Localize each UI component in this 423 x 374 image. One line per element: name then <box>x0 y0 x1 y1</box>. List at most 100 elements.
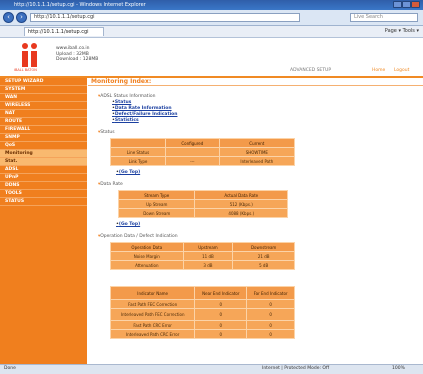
table-row: Link Type --- Interleaved Path <box>110 156 296 166</box>
advanced-setup-label: ADVANCED SETUP <box>290 68 332 73</box>
toolbar-menu[interactable]: Page ▾ Tools ▾ <box>385 28 419 34</box>
table-cell: --- <box>165 156 220 166</box>
sidebar-item-firewall[interactable]: FIREWALL <box>0 126 87 134</box>
table-cell: 11 dB <box>182 251 234 261</box>
table-header-cell: Operation Data <box>110 242 184 252</box>
table-cell: 0 <box>246 320 295 330</box>
link-statistics[interactable]: Statistics <box>112 118 139 123</box>
table-header-cell: Actual Data Rate <box>194 190 288 200</box>
brand-logo <box>22 43 42 67</box>
table-row: Interleaved Path FEC Correction 0 0 <box>109 308 295 321</box>
table-cell: Line Status <box>110 147 166 157</box>
sidebar-item-tools[interactable]: TOOLS <box>0 190 87 198</box>
sidebar-item-wireless[interactable]: WIRELESS <box>0 102 87 110</box>
sidebar-item-stat[interactable]: Stat. <box>0 158 87 166</box>
section-operation-data: Operation Data / Defect Indication <box>98 234 177 239</box>
sidebar-menu: SETUP WIZARD SYSTEM WAN WIRELESS NAT ROU… <box>0 78 87 364</box>
link-data-rate-information[interactable]: Data Rate Information <box>112 106 172 111</box>
table-header-row: Configured Current <box>110 138 296 148</box>
main-content: Monitoring Index: ADSL Status Informatio… <box>88 78 423 364</box>
table-cell: Interleaved Path CRC Error <box>109 329 196 339</box>
table-cell: 512 (Kbps.) <box>194 199 288 209</box>
link-status[interactable]: Status <box>112 100 131 105</box>
close-icon[interactable] <box>411 1 420 8</box>
table-cell: 5 dB <box>232 260 295 270</box>
navigation-bar: ‹ › http://10.1.1.1/setup.cgi Live Searc… <box>0 10 423 26</box>
table-cell: Down Stream <box>117 208 196 218</box>
table-row: Down Stream 4088 (Kbps.) <box>117 208 288 218</box>
info-line: Download : 128MB <box>56 57 99 62</box>
table-header-row: Indicator Name Near End Indicator Far En… <box>109 286 295 300</box>
sidebar-item-setup-wizard[interactable]: SETUP WIZARD <box>0 78 87 86</box>
table-row: Fast Path FEC Correction 0 0 <box>109 299 295 309</box>
table-cell: Interleaved Path FEC Correction <box>109 308 196 321</box>
section-status: Status <box>98 130 114 135</box>
table-cell: Up Stream <box>117 199 196 209</box>
status-text: Done <box>4 366 16 371</box>
table-header-cell: Downstream <box>232 242 295 252</box>
address-bar[interactable]: http://10.1.1.1/setup.cgi <box>30 13 300 22</box>
table-cell: 0 <box>246 308 295 321</box>
status-table: Configured Current Line Status SHOWTIME … <box>110 138 296 166</box>
table-header-row: Stream Type Actual Data Rate <box>117 190 288 200</box>
table-header-cell <box>110 138 166 148</box>
table-cell: 21 dB <box>232 251 295 261</box>
table-cell: Attenuation <box>110 260 184 270</box>
operation-data-table: Operation Data Upstream Downstream Noise… <box>110 242 295 270</box>
table-header-cell: Far End Indicator <box>246 286 295 300</box>
table-cell <box>165 147 220 157</box>
sidebar-item-adsl[interactable]: ADSL <box>0 166 87 174</box>
sidebar-item-route[interactable]: ROUTE <box>0 118 87 126</box>
logout-link[interactable]: Logout <box>394 68 409 73</box>
table-cell: Link Type <box>110 156 166 166</box>
sidebar-item-upnp[interactable]: UPnP <box>0 174 87 182</box>
sidebar-item-system[interactable]: SYSTEM <box>0 86 87 94</box>
home-link[interactable]: Home <box>372 68 385 73</box>
tab-bar: http://10.1.1.1/setup.cgi Page ▾ Tools ▾ <box>0 26 423 38</box>
table-cell: Interleaved Path <box>218 156 296 166</box>
table-header-cell: Indicator Name <box>109 286 196 300</box>
section-data-rate: Data Rate <box>98 182 123 187</box>
sidebar-item-ddns[interactable]: DDNS <box>0 182 87 190</box>
table-header-row: Operation Data Upstream Downstream <box>110 242 295 252</box>
table-header-cell: Current <box>218 138 296 148</box>
sidebar-item-wan[interactable]: WAN <box>0 94 87 102</box>
table-row: Interleaved Path CRC Error 0 0 <box>109 329 295 339</box>
sidebar-item-monitoring[interactable]: Monitoring <box>0 150 87 158</box>
zoom-level[interactable]: 100% <box>392 365 405 373</box>
go-top-link[interactable]: (Go Top) <box>116 170 140 175</box>
sidebar-item-status[interactable]: STATUS <box>0 198 87 206</box>
security-zone: Internet | Protected Mode: Off <box>262 366 330 371</box>
table-cell: 0 <box>194 320 248 330</box>
table-cell: 4088 (Kbps.) <box>194 208 288 218</box>
window-title: http://10.1.1.1/setup.cgi - Windows Inte… <box>14 2 146 8</box>
table-header-cell: Stream Type <box>117 190 196 200</box>
table-row: Noise Margin 11 dB 21 dB <box>110 251 295 261</box>
page-title: Monitoring Index: <box>88 78 423 86</box>
table-cell: 0 <box>246 299 295 309</box>
minimize-icon[interactable] <box>393 1 402 8</box>
table-cell: 0 <box>194 329 248 339</box>
table-cell: 0 <box>194 299 248 309</box>
table-row: Up Stream 512 (Kbps.) <box>117 199 288 209</box>
table-row: Attenuation 3 dB 5 dB <box>110 260 295 270</box>
maximize-icon[interactable] <box>402 1 411 8</box>
table-cell: 0 <box>194 308 248 321</box>
section-adsl-status: ADSL Status Information <box>98 94 155 99</box>
table-row: Line Status SHOWTIME <box>110 147 296 157</box>
link-defect-failure-indication[interactable]: Defect/Failure Indication <box>112 112 178 117</box>
forward-icon[interactable]: › <box>16 12 27 23</box>
browser-tab[interactable]: http://10.1.1.1/setup.cgi <box>24 27 104 36</box>
table-cell: Fast Path FEC Correction <box>109 299 196 309</box>
indicator-table: Indicator Name Near End Indicator Far En… <box>109 286 295 339</box>
back-icon[interactable]: ‹ <box>3 12 14 23</box>
browser-title-bar: http://10.1.1.1/setup.cgi - Windows Inte… <box>0 0 423 10</box>
search-input[interactable]: Live Search <box>350 13 418 22</box>
sidebar-item-qos[interactable]: QoS <box>0 142 87 150</box>
table-cell: 0 <box>246 329 295 339</box>
sidebar-item-nat[interactable]: NAT <box>0 110 87 118</box>
go-top-link[interactable]: (Go Top) <box>116 222 140 227</box>
router-header: iBALL BATON www.iball.co.in Upload : 32M… <box>0 38 423 78</box>
table-row: Fast Path CRC Error 0 0 <box>109 320 295 330</box>
sidebar-item-snmp[interactable]: SNMP <box>0 134 87 142</box>
